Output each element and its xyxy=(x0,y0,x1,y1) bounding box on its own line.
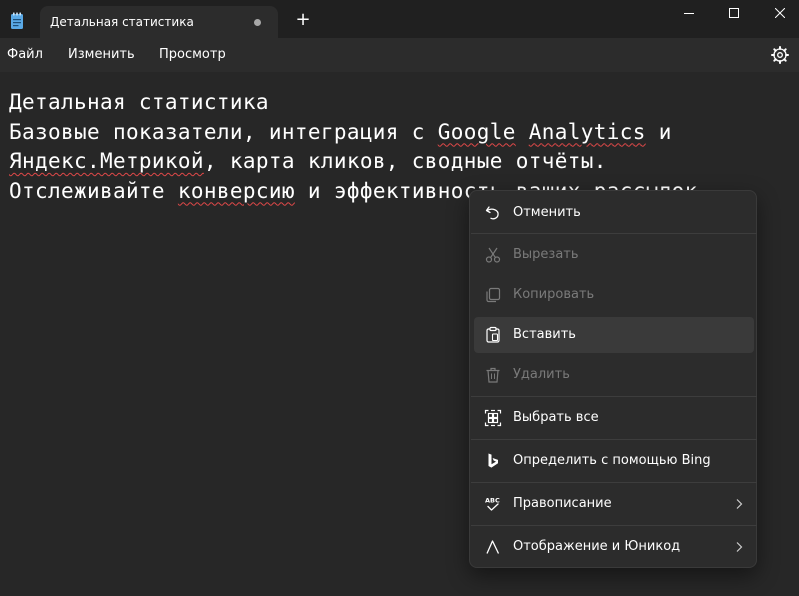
editor-line-1: Детальная статистика xyxy=(9,90,269,114)
menu-item-cut[interactable]: Вырезать xyxy=(474,237,754,273)
document-tab[interactable]: Детальная статистика xyxy=(40,6,278,38)
chevron-right-icon xyxy=(736,542,743,552)
maximize-icon xyxy=(729,8,739,18)
menu-item-label: Вставить xyxy=(513,327,576,342)
tab-title: Детальная статистика xyxy=(50,15,194,29)
menu-item-label: Вырезать xyxy=(513,247,579,262)
menu-separator xyxy=(471,482,757,483)
minimize-icon xyxy=(684,13,694,14)
menu-item-label: Выбрать все xyxy=(513,410,599,425)
misspelled-word[interactable]: конверсию xyxy=(178,179,295,203)
gear-icon[interactable] xyxy=(770,45,790,65)
text-run: Отслеживайте xyxy=(9,178,178,203)
menu-bar: Файл Изменить Просмотр xyxy=(0,38,799,72)
trash-icon xyxy=(486,367,500,383)
notepad-app-icon xyxy=(11,12,23,29)
menu-item-paste[interactable]: Вставить xyxy=(474,317,754,353)
undo-icon xyxy=(485,206,499,220)
text-run: и xyxy=(645,119,672,144)
menu-item-select-all[interactable]: Выбрать все xyxy=(474,400,754,436)
text-run: , карта кликов, сводные отчёты. xyxy=(203,149,607,173)
menu-item-copy[interactable]: Копировать xyxy=(474,277,754,313)
text-run: Базовые показатели, интеграция с xyxy=(9,119,438,144)
close-button[interactable] xyxy=(757,0,799,26)
menu-item-label: Отображение и Юникод xyxy=(513,539,681,554)
chevron-right-icon xyxy=(736,499,743,509)
editor-line-2: Базовые показатели, интеграция с Google … xyxy=(9,120,672,144)
menu-separator xyxy=(471,525,757,526)
clipboard-paste-icon xyxy=(486,326,500,343)
menu-item-delete[interactable]: Удалить xyxy=(474,357,754,393)
menu-separator xyxy=(471,396,757,397)
close-icon xyxy=(775,8,785,18)
menu-item-spelling[interactable]: ABC Правописание xyxy=(474,486,754,522)
menu-separator xyxy=(471,233,757,234)
misspelled-word[interactable]: Google xyxy=(438,120,516,144)
menu-item-unicode[interactable]: Отображение и Юникод xyxy=(474,529,754,565)
menu-item-label: Определить с помощью Bing xyxy=(513,453,711,468)
menu-file[interactable]: Файл xyxy=(7,47,43,62)
copy-icon xyxy=(486,287,501,303)
menu-item-label: Правописание xyxy=(513,496,612,511)
svg-text:ABC: ABC xyxy=(485,497,500,505)
menu-item-label: Удалить xyxy=(513,367,570,382)
maximize-button[interactable] xyxy=(711,0,757,26)
context-menu: Отменить Вырезать Копировать Вставить Уд… xyxy=(469,190,757,568)
minimize-button[interactable] xyxy=(666,0,712,26)
bing-icon xyxy=(488,453,498,468)
spellcheck-icon: ABC xyxy=(485,497,500,511)
menu-item-label: Копировать xyxy=(513,287,595,302)
menu-edit[interactable]: Изменить xyxy=(68,47,135,62)
title-bar: Детальная статистика + xyxy=(0,0,799,38)
misspelled-word[interactable]: Analytics xyxy=(529,120,646,144)
editor-line-3: Яндекс.Метрикой, карта кликов, сводные о… xyxy=(9,149,607,173)
menu-item-undo[interactable]: Отменить xyxy=(474,195,754,231)
scissors-icon xyxy=(485,247,501,263)
menu-view[interactable]: Просмотр xyxy=(159,47,226,62)
editor-content[interactable]: Детальная статистика Базовые показатели,… xyxy=(9,88,711,206)
menu-item-bing[interactable]: Определить с помощью Bing xyxy=(474,443,754,479)
menu-separator xyxy=(471,439,757,440)
select-all-icon xyxy=(484,409,502,427)
unicode-icon xyxy=(486,540,500,554)
text-run xyxy=(516,120,529,144)
misspelled-word[interactable]: Яндекс.Метрикой xyxy=(9,149,204,173)
new-tab-button[interactable]: + xyxy=(291,8,315,32)
menu-item-label: Отменить xyxy=(513,205,581,220)
unsaved-dot-icon[interactable] xyxy=(254,19,261,26)
